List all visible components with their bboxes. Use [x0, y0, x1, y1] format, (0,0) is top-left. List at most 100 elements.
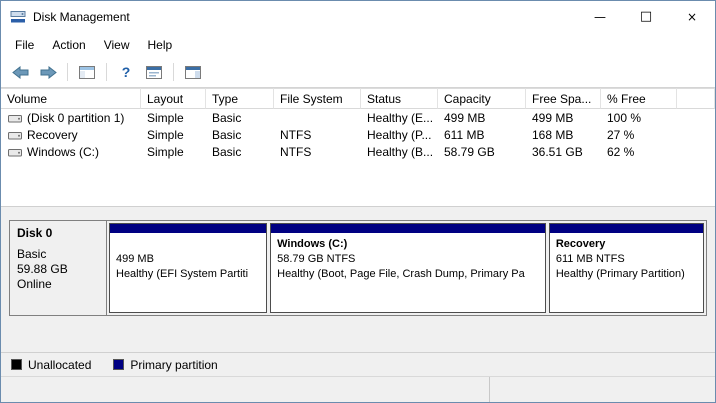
status-cell: Healthy (P...	[361, 127, 438, 143]
partition-status: Healthy (Primary Partition)	[556, 267, 697, 282]
disk-label[interactable]: Disk 0 Basic 59.88 GB Online	[10, 221, 107, 315]
volume-name: Windows (C:)	[27, 144, 99, 160]
column-header-pct-free[interactable]: % Free	[601, 88, 677, 109]
console-tree-icon[interactable]	[76, 61, 98, 83]
free-space-cell: 36.51 GB	[526, 144, 601, 160]
status-cell: Healthy (E...	[361, 110, 438, 126]
disk-row: Disk 0 Basic 59.88 GB Online 499 MB Heal…	[9, 220, 707, 316]
partition-size: 58.79 GB NTFS	[277, 252, 539, 267]
toolbar-separator	[173, 63, 174, 81]
column-header-layout[interactable]: Layout	[141, 88, 206, 109]
statusbar	[1, 376, 715, 402]
column-header-volume[interactable]: Volume	[1, 88, 141, 109]
volume-name: Recovery	[27, 127, 78, 143]
toolbar-separator	[67, 63, 68, 81]
menu-file[interactable]: File	[6, 34, 43, 56]
app-icon	[10, 9, 26, 25]
partition-status: Healthy (EFI System Partiti	[116, 267, 260, 282]
pct-free-cell: 100 %	[601, 110, 677, 126]
volume-name-cell: Recovery	[1, 127, 141, 143]
legend-item-primary-partition: Primary partition	[113, 358, 217, 372]
legend-item-unallocated: Unallocated	[11, 358, 91, 372]
pct-free-cell: 62 %	[601, 144, 677, 160]
partition-color-band	[271, 224, 545, 233]
partition-recovery[interactable]: Recovery 611 MB NTFS Healthy (Primary Pa…	[549, 223, 704, 313]
minimize-button[interactable]: —	[577, 1, 623, 32]
partition-size: 499 MB	[116, 252, 260, 267]
back-icon[interactable]	[9, 61, 31, 83]
menu-help[interactable]: Help	[139, 34, 182, 56]
action-pane-icon[interactable]	[182, 61, 204, 83]
volume-name: (Disk 0 partition 1)	[27, 110, 124, 126]
partition-windows-c[interactable]: Windows (C:) 58.79 GB NTFS Healthy (Boot…	[270, 223, 546, 313]
toolbar-separator	[106, 63, 107, 81]
volume-name-cell: Windows (C:)	[1, 144, 141, 160]
pct-free-cell: 27 %	[601, 127, 677, 143]
file-system-cell: NTFS	[274, 144, 361, 160]
partitions-strip: 499 MB Healthy (EFI System Partiti Windo…	[107, 221, 706, 315]
column-header-type[interactable]: Type	[206, 88, 274, 109]
legend-label: Primary partition	[130, 358, 217, 372]
legend-bar: Unallocated Primary partition	[1, 352, 715, 376]
column-header-filler	[677, 88, 715, 109]
layout-cell: Simple	[141, 127, 206, 143]
toolbar: ?	[1, 57, 715, 88]
menubar: File Action View Help	[1, 32, 715, 57]
close-button[interactable]: ×	[669, 1, 715, 32]
legend-label: Unallocated	[28, 358, 91, 372]
disk-view-pane: Disk 0 Basic 59.88 GB Online 499 MB Heal…	[1, 214, 715, 352]
menu-action[interactable]: Action	[43, 34, 94, 56]
window-title: Disk Management	[33, 10, 130, 24]
unallocated-swatch	[11, 359, 22, 370]
volume-name-cell: (Disk 0 partition 1)	[1, 110, 141, 126]
disk-status: Online	[17, 277, 99, 292]
forward-icon[interactable]	[37, 61, 59, 83]
free-space-cell: 168 MB	[526, 127, 601, 143]
primary-partition-swatch	[113, 359, 124, 370]
table-row[interactable]: Windows (C:) Simple Basic NTFS Healthy (…	[1, 144, 715, 160]
menu-view[interactable]: View	[95, 34, 139, 56]
file-system-cell	[274, 110, 361, 126]
column-header-file-system[interactable]: File System	[274, 88, 361, 109]
help-icon[interactable]: ?	[115, 61, 137, 83]
maximize-button[interactable]: □	[623, 1, 669, 32]
disk-size: 59.88 GB	[17, 262, 99, 277]
statusbar-section	[489, 377, 715, 402]
column-header-status[interactable]: Status	[361, 88, 438, 109]
table-row[interactable]: (Disk 0 partition 1) Simple Basic Health…	[1, 110, 715, 126]
partition-size: 611 MB NTFS	[556, 252, 697, 267]
layout-cell: Simple	[141, 110, 206, 126]
statusbar-main	[1, 377, 489, 402]
type-cell: Basic	[206, 110, 274, 126]
partition-title: Recovery	[556, 237, 697, 252]
type-cell: Basic	[206, 144, 274, 160]
caption-buttons: — □ ×	[577, 1, 715, 32]
status-cell: Healthy (B...	[361, 144, 438, 160]
volume-icon	[8, 113, 22, 124]
disk-management-window: Disk Management — □ × File Action View H…	[0, 0, 716, 403]
column-header-capacity[interactable]: Capacity	[438, 88, 526, 109]
partition-color-band	[550, 224, 703, 233]
partition-title: Windows (C:)	[277, 237, 539, 252]
volume-icon	[8, 147, 22, 158]
volume-list-pane: Volume Layout Type File System Status Ca…	[1, 88, 715, 206]
file-system-cell: NTFS	[274, 127, 361, 143]
volume-icon	[8, 130, 22, 141]
free-space-cell: 499 MB	[526, 110, 601, 126]
titlebar: Disk Management — □ ×	[1, 1, 715, 32]
capacity-cell: 58.79 GB	[438, 144, 526, 160]
disk-name: Disk 0	[17, 226, 99, 241]
partition-efi[interactable]: 499 MB Healthy (EFI System Partiti	[109, 223, 267, 313]
partition-status: Healthy (Boot, Page File, Crash Dump, Pr…	[277, 267, 539, 282]
capacity-cell: 611 MB	[438, 127, 526, 143]
properties-icon[interactable]	[143, 61, 165, 83]
partition-title	[116, 237, 260, 252]
type-cell: Basic	[206, 127, 274, 143]
disk-type: Basic	[17, 247, 99, 262]
layout-cell: Simple	[141, 144, 206, 160]
capacity-cell: 499 MB	[438, 110, 526, 126]
volume-table-header: Volume Layout Type File System Status Ca…	[1, 88, 715, 109]
column-header-free-space[interactable]: Free Spa...	[526, 88, 601, 109]
pane-splitter[interactable]	[1, 206, 715, 214]
table-row[interactable]: Recovery Simple Basic NTFS Healthy (P...…	[1, 127, 715, 143]
